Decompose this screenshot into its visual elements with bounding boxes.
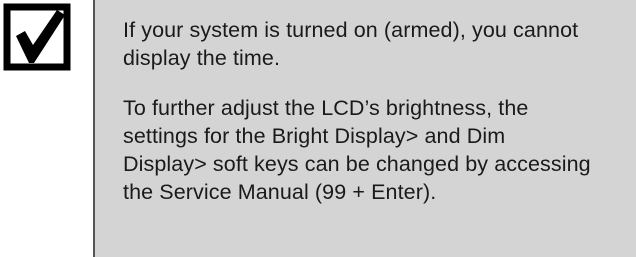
note-icon-column bbox=[0, 0, 95, 257]
note-paragraph-armed: If your system is turned on (armed), you… bbox=[123, 18, 579, 70]
note-paragraph-brightness: To further adjust the LCD’s brightness, … bbox=[123, 96, 591, 204]
checkbox-checked-icon bbox=[3, 3, 71, 71]
note-box: If your system is turned on (armed), you… bbox=[0, 0, 636, 257]
note-text-panel: If your system is turned on (armed), you… bbox=[95, 0, 636, 257]
